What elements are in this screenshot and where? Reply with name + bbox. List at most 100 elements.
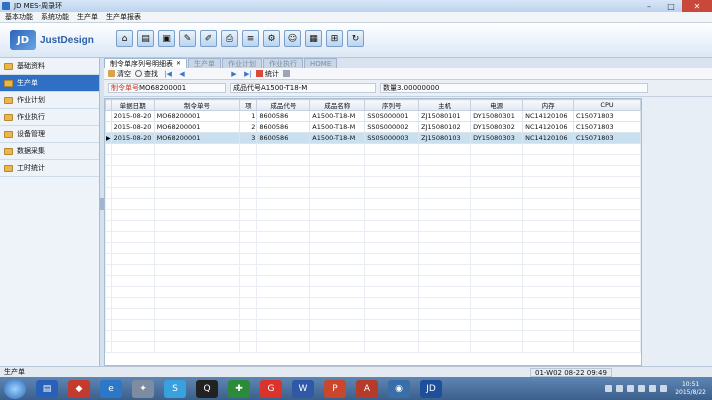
folder-taskbar-icon[interactable]: ▤ xyxy=(36,379,58,398)
table-cell[interactable]: 2015-08-20 xyxy=(110,110,155,122)
table-cell[interactable]: ZJ15080102 xyxy=(418,121,472,133)
table-cell[interactable]: DY15080302 xyxy=(470,121,524,133)
table-cell[interactable]: NC14120106 xyxy=(522,132,575,144)
column-header[interactable]: 成品代号 xyxy=(256,99,311,111)
settings-icon[interactable]: ⚙ xyxy=(263,30,280,47)
menu-item-system[interactable]: 系统功能 xyxy=(41,12,69,22)
table-cell[interactable]: MO68200001 xyxy=(153,132,241,144)
tray-icon[interactable] xyxy=(605,385,613,392)
table-row[interactable]: 2015-08-20 MO68200001 2 8600586 A1500-T1… xyxy=(105,121,641,133)
table-row[interactable]: 2015-08-20 MO68200001 1 8600586 A1500-T1… xyxy=(105,110,641,122)
network-icon[interactable]: ⊞ xyxy=(326,30,343,47)
tab-serial-detail[interactable]: 制令单序列号明细表 ✕ xyxy=(104,58,188,68)
home-icon[interactable]: ⌂ xyxy=(116,30,133,47)
volume-icon[interactable] xyxy=(649,385,657,392)
sidebar-item-basic-data[interactable]: 基础资料 xyxy=(0,58,99,75)
print-icon[interactable]: ⎙ xyxy=(221,30,238,47)
jd-taskbar-icon[interactable]: JD xyxy=(420,379,442,398)
table-cell[interactable]: A1500-T18-M xyxy=(309,132,366,144)
table-cell[interactable]: MO68200001 xyxy=(153,110,241,122)
find-button[interactable]: 查找 xyxy=(135,69,158,79)
column-header[interactable]: 电源 xyxy=(470,99,524,111)
browser-taskbar-icon[interactable]: G xyxy=(260,379,282,398)
document-icon[interactable]: ▤ xyxy=(137,30,154,47)
menu-item-production-order[interactable]: 生产单 xyxy=(77,12,98,22)
menu-item-production-report[interactable]: 生产单报表 xyxy=(106,12,141,22)
table-cell[interactable]: DY15080301 xyxy=(470,110,524,122)
table-cell[interactable]: 2 xyxy=(239,121,258,133)
table-cell[interactable]: A1500-T18-M xyxy=(309,110,366,122)
word-taskbar-icon[interactable]: W xyxy=(292,379,314,398)
column-header[interactable]: CPU xyxy=(573,99,641,111)
tray-icon[interactable] xyxy=(627,385,635,392)
table-cell[interactable]: NC14120106 xyxy=(522,121,575,133)
column-header[interactable]: 单据日期 xyxy=(110,99,155,111)
table-cell[interactable]: C15071803 xyxy=(573,121,641,133)
order-number-field[interactable]: 制令单号 MO68200001 xyxy=(108,83,226,93)
report-icon[interactable]: ▦ xyxy=(305,30,322,47)
table-cell[interactable]: SS0S000002 xyxy=(364,121,420,133)
close-button[interactable]: ✕ xyxy=(682,0,712,12)
ie-taskbar-icon[interactable]: e xyxy=(100,379,122,398)
tab-home[interactable]: HOME xyxy=(304,58,338,68)
qq-taskbar-icon[interactable]: Q xyxy=(196,379,218,398)
table-cell[interactable]: 2015-08-20 xyxy=(110,121,155,133)
minimize-button[interactable]: – xyxy=(638,0,660,12)
first-record-icon[interactable]: |◀ xyxy=(164,70,172,78)
table-cell[interactable]: 8600586 xyxy=(256,132,311,144)
sidebar-item-work-plan[interactable]: 作业计划 xyxy=(0,92,99,109)
sidebar-item-work-execution[interactable]: 作业执行 xyxy=(0,109,99,126)
table-cell[interactable]: A1500-T18-M xyxy=(309,121,366,133)
column-header[interactable]: 序列号 xyxy=(364,99,420,111)
table-cell[interactable]: DY15080303 xyxy=(470,132,524,144)
table-cell[interactable]: 3 xyxy=(239,132,258,144)
table-cell[interactable]: SS0S000003 xyxy=(364,132,420,144)
powerpoint-taskbar-icon[interactable]: P xyxy=(324,379,346,398)
next-record-icon[interactable]: ▶ xyxy=(230,70,238,78)
maximize-button[interactable]: □ xyxy=(660,0,682,12)
menu-item-basic[interactable]: 基本功能 xyxy=(5,12,33,22)
tray-icon[interactable] xyxy=(638,385,646,392)
tab-production-order[interactable]: 生产单 xyxy=(188,58,222,68)
refresh-icon[interactable]: ↻ xyxy=(347,30,364,47)
table-cell[interactable]: ZJ15080103 xyxy=(418,132,472,144)
game-taskbar-icon[interactable]: ✚ xyxy=(228,379,250,398)
tab-work-execution[interactable]: 作业执行 xyxy=(263,58,304,68)
table-cell[interactable]: C15071803 xyxy=(573,110,641,122)
column-header[interactable]: 内存 xyxy=(522,99,575,111)
column-header[interactable]: 项 xyxy=(239,99,258,111)
maps-taskbar-icon[interactable]: ◉ xyxy=(388,379,410,398)
table-cell[interactable]: ZJ15080101 xyxy=(418,110,472,122)
clear-button[interactable]: 清空 xyxy=(108,69,131,79)
skype-taskbar-icon[interactable]: S xyxy=(164,379,186,398)
pencil-icon[interactable]: ✐ xyxy=(200,30,217,47)
edit-icon[interactable]: ✎ xyxy=(179,30,196,47)
sidebar-item-production-order[interactable]: 生产单 xyxy=(0,75,99,92)
table-cell[interactable]: C15071803 xyxy=(573,132,641,144)
user-icon[interactable]: ☺ xyxy=(284,30,301,47)
previous-record-icon[interactable]: ◀ xyxy=(178,70,186,78)
stats-button[interactable]: 统计 xyxy=(256,69,279,79)
table-cell[interactable]: MO68200001 xyxy=(153,121,241,133)
tab-work-plan[interactable]: 作业计划 xyxy=(222,58,263,68)
app-taskbar-icon[interactable]: ◆ xyxy=(68,379,90,398)
data-grid[interactable]: 单据日期 制令单号 项 成品代号 成品名称 序列号 主机 电源 内存 CPU 2… xyxy=(104,98,642,366)
column-header[interactable]: 制令单号 xyxy=(153,99,241,111)
network-tray-icon[interactable] xyxy=(660,385,668,392)
clock[interactable]: 10:51 2015/8/22 xyxy=(675,381,706,397)
close-icon[interactable]: ✕ xyxy=(176,60,181,67)
sidebar-item-data-collection[interactable]: 数据采集 xyxy=(0,143,99,160)
table-cell[interactable]: 1 xyxy=(239,110,258,122)
table-row-selected[interactable]: ▶ 2015-08-20 MO68200001 3 8600586 A1500-… xyxy=(105,132,641,144)
tray-icon[interactable] xyxy=(616,385,624,392)
product-code-field[interactable]: 成品代号 A1500-T18-M xyxy=(230,83,376,93)
monitor-icon[interactable]: ▣ xyxy=(158,30,175,47)
sidebar-item-equipment[interactable]: 设备管理 xyxy=(0,126,99,143)
table-cell[interactable]: 8600586 xyxy=(256,110,311,122)
table-cell[interactable]: SS0S000001 xyxy=(364,110,420,122)
last-record-icon[interactable]: ▶| xyxy=(244,70,252,78)
quantity-field[interactable]: 数量 3.00000000 xyxy=(380,83,648,93)
table-cell[interactable]: 2015-08-20 xyxy=(110,132,155,144)
pdf-taskbar-icon[interactable]: A xyxy=(356,379,378,398)
list-icon[interactable]: ≡ xyxy=(242,30,259,47)
